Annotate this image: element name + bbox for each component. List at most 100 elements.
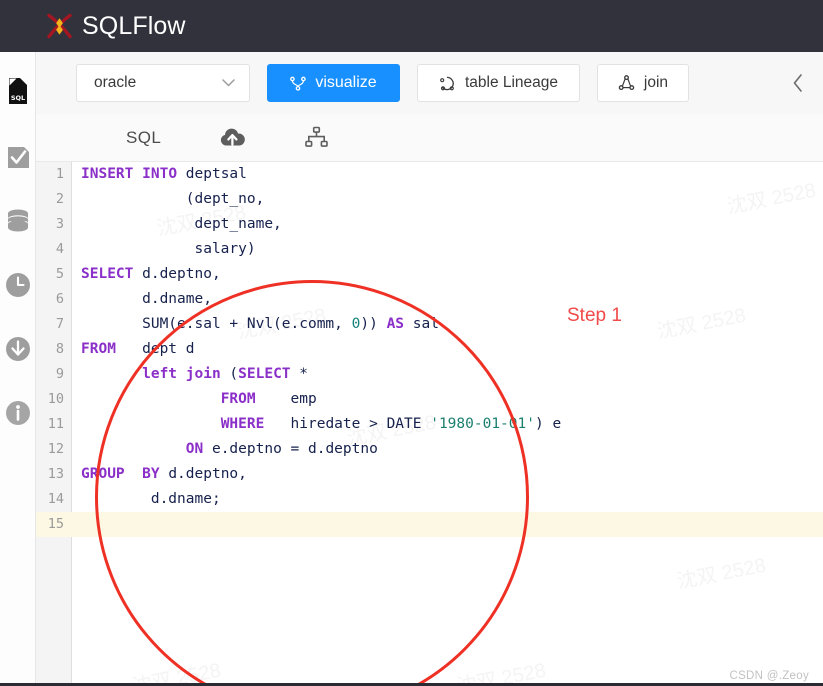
- line-number: 3: [36, 212, 64, 237]
- code-token: emp: [256, 391, 317, 407]
- code-token: (dept_no,: [81, 191, 264, 207]
- code-text: left join (SELECT *: [81, 362, 308, 387]
- code-line[interactable]: 10 FROM emp: [36, 387, 823, 412]
- code-token: SUM(e.sal + Nvl(e.comm,: [81, 316, 352, 332]
- code-token: d.deptno,: [160, 466, 247, 482]
- code-text: FROM dept d: [81, 337, 195, 362]
- sql-dialect-select[interactable]: oracle: [76, 64, 250, 102]
- code-token: deptsal: [186, 166, 247, 182]
- code-token: [125, 466, 142, 482]
- table-lineage-button[interactable]: table Lineage: [417, 64, 580, 102]
- app-brand: SQLFlow: [46, 12, 186, 41]
- code-token: GROUP: [81, 466, 125, 482]
- code-token: [177, 166, 186, 182]
- code-token: (: [221, 366, 238, 382]
- code-token: dept d: [116, 341, 195, 357]
- code-line[interactable]: 12 ON e.deptno = d.deptno: [36, 437, 823, 462]
- code-token: AS: [387, 316, 404, 332]
- collapse-panel-button[interactable]: [785, 70, 811, 96]
- code-line[interactable]: 8 FROM dept d: [36, 337, 823, 362]
- code-line[interactable]: 5SELECT d.deptno,: [36, 262, 823, 287]
- sql-code-editor[interactable]: 沈双 2528沈双 2528沈双 2528沈双 2528沈双 2528沈双 25…: [36, 162, 823, 686]
- cloud-upload-button[interactable]: [219, 127, 246, 149]
- code-token: )): [360, 316, 386, 332]
- code-text: GROUP BY d.deptno,: [81, 462, 247, 487]
- code-token: [421, 416, 430, 432]
- code-line[interactable]: 1 INSERT INTO deptsal: [36, 162, 823, 187]
- code-line[interactable]: 11 WHERE hiredate > DATE '1980-01-01') e: [36, 412, 823, 437]
- code-token: '1980-01-01': [430, 416, 535, 432]
- code-token: DATE: [387, 416, 422, 432]
- line-number: 11: [36, 412, 64, 437]
- code-line[interactable]: 4 salary): [36, 237, 823, 262]
- tab-sql[interactable]: SQL: [126, 128, 161, 148]
- code-token: FROM: [221, 391, 256, 407]
- code-token: e.deptno = d.deptno: [203, 441, 378, 457]
- line-number: 12: [36, 437, 64, 462]
- code-token: *: [291, 366, 308, 382]
- line-number: 13: [36, 462, 64, 487]
- secondary-toolbar: SQL: [36, 114, 823, 162]
- join-nodes-icon: [618, 75, 635, 91]
- primary-toolbar: oracle visualize table Lineage: [36, 52, 823, 114]
- sidebar-item-database[interactable]: [0, 196, 36, 246]
- code-text: WHERE hiredate > DATE '1980-01-01') e: [81, 412, 561, 437]
- main-panel: oracle visualize table Lineage: [36, 52, 823, 686]
- code-line[interactable]: 15: [36, 512, 823, 537]
- code-token: ON: [186, 441, 203, 457]
- sidebar-item-check[interactable]: [0, 132, 36, 182]
- code-token: hiredate >: [264, 416, 386, 432]
- code-token: FROM: [81, 341, 116, 357]
- code-token: SELECT: [81, 266, 133, 282]
- line-number: 1: [36, 162, 64, 187]
- code-token: SELECT: [238, 366, 290, 382]
- code-token: BY: [142, 466, 159, 482]
- app-title: SQLFlow: [82, 12, 186, 41]
- code-text: INSERT INTO deptsal: [81, 162, 247, 187]
- sitemap-icon: [304, 126, 329, 149]
- sidebar-item-download[interactable]: [0, 324, 36, 374]
- sidebar-item-sql-file[interactable]: SQL: [0, 66, 36, 116]
- sql-dialect-value: oracle: [94, 74, 136, 92]
- code-token: INSERT: [81, 166, 133, 182]
- sidebar-item-history[interactable]: [0, 260, 36, 310]
- code-token: [81, 441, 186, 457]
- code-line[interactable]: 3 dept_name,: [36, 212, 823, 237]
- left-icon-rail: SQL: [0, 52, 36, 686]
- sidebar-item-info[interactable]: [0, 388, 36, 438]
- code-token: [81, 391, 221, 407]
- code-token: WHERE: [221, 416, 265, 432]
- code-line[interactable]: 7 SUM(e.sal + Nvl(e.comm, 0)) AS sal: [36, 312, 823, 337]
- watermark-credit: CSDN @.Zeoy: [729, 670, 809, 682]
- code-text: dept_name,: [81, 212, 282, 237]
- cloud-upload-icon: [219, 127, 246, 149]
- watermark-text: 沈双 2528: [454, 654, 548, 686]
- code-token: d.dname;: [81, 491, 221, 507]
- code-line[interactable]: 2 (dept_no,: [36, 187, 823, 212]
- chevron-left-icon: [792, 73, 804, 93]
- code-line[interactable]: 14 d.dname;: [36, 487, 823, 512]
- database-icon: [5, 208, 31, 234]
- visualize-button[interactable]: visualize: [267, 64, 400, 102]
- code-lines-container: 1 INSERT INTO deptsal2 (dept_no,3 dept_na…: [36, 162, 823, 537]
- line-number: 10: [36, 387, 64, 412]
- check-icon: [6, 145, 31, 170]
- code-text: d.dname,: [81, 287, 212, 312]
- join-button[interactable]: join: [597, 64, 689, 102]
- diagram-button[interactable]: [304, 126, 329, 149]
- line-number: 14: [36, 487, 64, 512]
- code-token: sal: [404, 316, 439, 332]
- sql-file-icon: SQL: [6, 77, 30, 105]
- download-icon: [5, 336, 31, 362]
- code-line[interactable]: 13 GROUP BY d.deptno,: [36, 462, 823, 487]
- join-label: join: [644, 74, 668, 92]
- line-number: 8: [36, 337, 64, 362]
- info-icon: [5, 400, 31, 426]
- x-cross-logo-icon: [46, 12, 73, 40]
- code-line[interactable]: 9 left join (SELECT *: [36, 362, 823, 387]
- code-token: [133, 166, 142, 182]
- watermark-text: 沈双 2528: [674, 549, 768, 595]
- code-line[interactable]: 6 d.dname,: [36, 287, 823, 312]
- code-text: ON e.deptno = d.deptno: [81, 437, 378, 462]
- code-token: left join: [142, 366, 221, 382]
